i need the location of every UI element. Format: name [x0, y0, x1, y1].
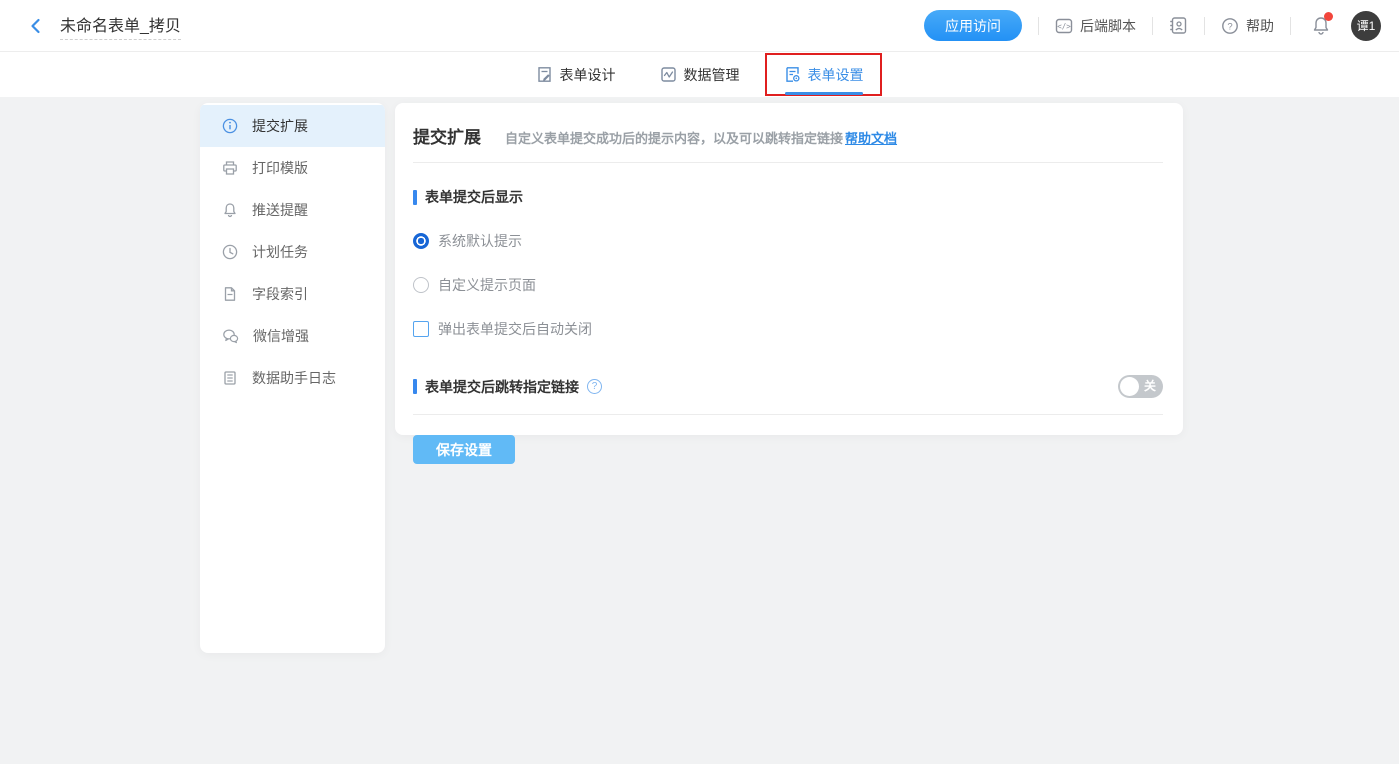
section-bar [413, 190, 417, 205]
panel-title: 提交扩展 [413, 123, 481, 148]
tab-label: 表单设计 [560, 65, 616, 85]
panel-description: 自定义表单提交成功后的提示内容，以及可以跳转指定链接帮助文档 [505, 128, 897, 147]
sidebar-item-label: 计划任务 [252, 242, 308, 262]
help-doc-link[interactable]: 帮助文档 [845, 131, 897, 146]
sidebar-item-push-reminder[interactable]: 推送提醒 [200, 189, 385, 231]
divider [1152, 17, 1153, 35]
section-display-title: 表单提交后显示 [413, 187, 1163, 207]
help-button[interactable]: ? 帮助 [1221, 16, 1274, 36]
divider [1290, 17, 1291, 35]
form-settings-icon [784, 66, 801, 83]
sidebar-item-label: 字段索引 [252, 284, 308, 304]
sidebar-item-print-template[interactable]: 打印模版 [200, 147, 385, 189]
tab-form-settings[interactable]: 表单设置 [782, 52, 866, 97]
bell-icon [222, 202, 238, 218]
sidebar-item-data-assistant-log[interactable]: 数据助手日志 [200, 357, 385, 399]
topbar-actions: 应用访问 </> 后端脚本 ? 帮助 谭1 [924, 10, 1381, 41]
tab-bar: 表单设计 数据管理 表单设置 [0, 52, 1399, 97]
sidebar-item-label: 打印模版 [252, 158, 308, 178]
checkbox-label: 弹出表单提交后自动关闭 [438, 319, 592, 339]
save-settings-button[interactable]: 保存设置 [413, 435, 515, 464]
log-icon [222, 370, 238, 386]
wechat-icon [222, 328, 239, 344]
sidebar-item-label: 数据助手日志 [252, 368, 336, 388]
sidebar-item-label: 提交扩展 [252, 116, 308, 136]
document-icon [222, 286, 238, 302]
radio-checked-icon[interactable] [413, 233, 429, 249]
divider [413, 414, 1163, 415]
section-redirect-row: 表单提交后跳转指定链接 ? 关 [413, 375, 1163, 398]
divider [1038, 17, 1039, 35]
section-bar [413, 379, 417, 394]
help-label: 帮助 [1246, 16, 1274, 36]
toggle-knob [1120, 377, 1139, 396]
backend-script-button[interactable]: </> 后端脚本 [1055, 16, 1136, 36]
panel-header: 提交扩展 自定义表单提交成功后的提示内容，以及可以跳转指定链接帮助文档 [413, 123, 1163, 148]
notification-dot [1324, 12, 1333, 21]
info-icon [222, 118, 238, 134]
sidebar-item-label: 微信增强 [253, 326, 309, 346]
toggle-label: 关 [1144, 379, 1156, 394]
tab-label: 数据管理 [684, 65, 740, 85]
radio-custom-page[interactable]: 自定义提示页面 [413, 275, 1163, 295]
settings-sidebar: 提交扩展 打印模版 推送提醒 计划任务 字段索引 微信增强 数据助手日志 [200, 103, 385, 653]
sidebar-item-wechat-enhance[interactable]: 微信增强 [200, 315, 385, 357]
sidebar-item-submit-extension[interactable]: 提交扩展 [200, 105, 385, 147]
question-circle-icon[interactable]: ? [587, 379, 602, 394]
notification-bell-button[interactable] [1311, 15, 1331, 36]
sidebar-item-scheduled-tasks[interactable]: 计划任务 [200, 231, 385, 273]
form-title[interactable]: 未命名表单_拷贝 [60, 12, 181, 40]
section-redirect-title: 表单提交后跳转指定链接 [413, 377, 579, 397]
sidebar-item-field-index[interactable]: 字段索引 [200, 273, 385, 315]
question-circle-icon: ? [1221, 17, 1239, 35]
avatar[interactable]: 谭1 [1351, 11, 1381, 41]
radio-unchecked-icon[interactable] [413, 277, 429, 293]
data-manage-icon [660, 66, 677, 83]
app-access-button[interactable]: 应用访问 [924, 10, 1022, 41]
checkbox-auto-close[interactable]: 弹出表单提交后自动关闭 [413, 319, 1163, 339]
divider [1204, 17, 1205, 35]
redirect-toggle[interactable]: 关 [1118, 375, 1163, 398]
backend-script-label: 后端脚本 [1080, 16, 1136, 36]
back-button[interactable] [24, 14, 48, 38]
sidebar-item-label: 推送提醒 [252, 200, 308, 220]
divider [413, 162, 1163, 163]
submit-extension-panel: 提交扩展 自定义表单提交成功后的提示内容，以及可以跳转指定链接帮助文档 表单提交… [395, 103, 1183, 435]
radio-label: 自定义提示页面 [438, 275, 536, 295]
radio-label: 系统默认提示 [438, 231, 522, 251]
contacts-icon[interactable] [1169, 16, 1188, 35]
top-bar: 未命名表单_拷贝 应用访问 </> 后端脚本 ? 帮助 谭1 [0, 0, 1399, 52]
svg-text:?: ? [1227, 21, 1232, 32]
form-design-icon [536, 66, 553, 83]
checkbox-icon[interactable] [413, 321, 429, 337]
tab-label: 表单设置 [808, 65, 864, 85]
radio-system-default[interactable]: 系统默认提示 [413, 231, 1163, 251]
clock-icon [222, 244, 238, 260]
code-icon: </> [1055, 17, 1073, 35]
svg-text:</>: </> [1057, 22, 1071, 31]
printer-icon [222, 160, 238, 176]
tab-data-manage[interactable]: 数据管理 [658, 52, 742, 97]
chevron-left-icon [27, 17, 45, 35]
tab-form-design[interactable]: 表单设计 [534, 52, 618, 97]
